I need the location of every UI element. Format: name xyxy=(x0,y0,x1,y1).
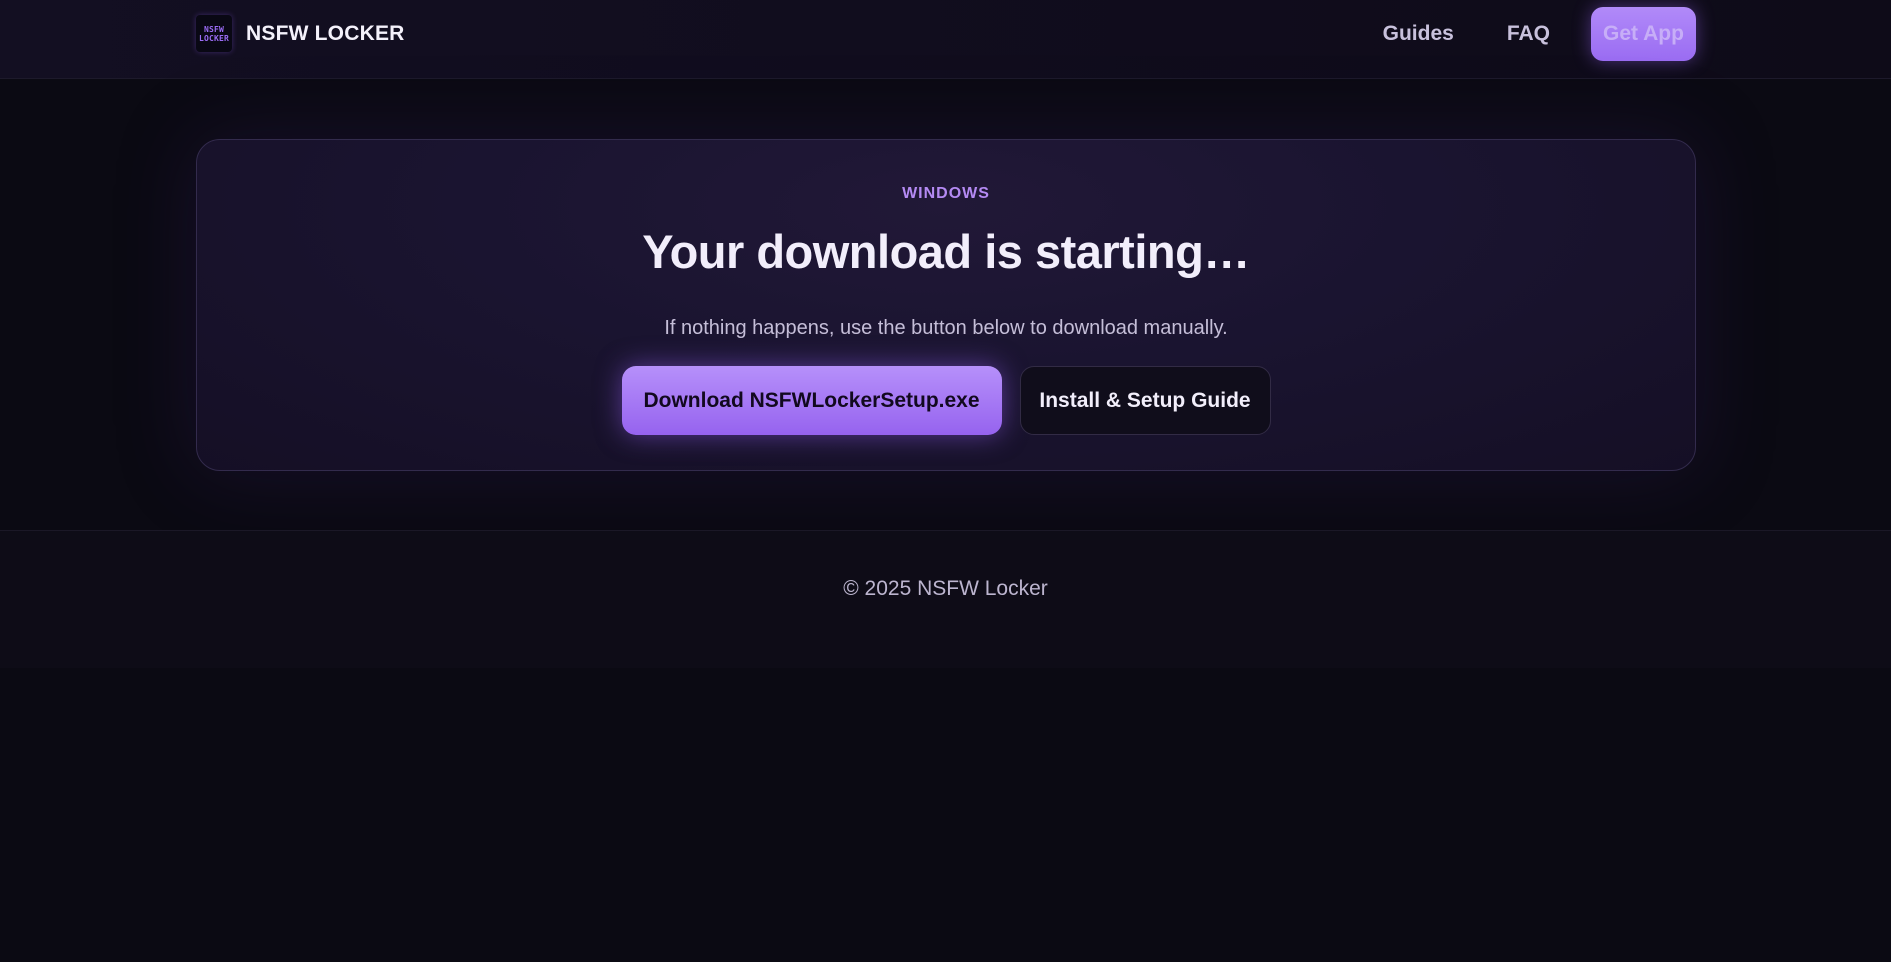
brand[interactable]: NSFW LOCKER NSFW LOCKER xyxy=(196,15,405,52)
platform-label: WINDOWS xyxy=(902,185,990,202)
site-header: NSFW LOCKER NSFW LOCKER Guides FAQ Get A… xyxy=(0,0,1891,79)
nav-link-guides[interactable]: Guides xyxy=(1383,22,1454,46)
download-card: WINDOWS Your download is starting… If no… xyxy=(196,139,1696,471)
site-footer: © 2025 NSFW Locker xyxy=(0,530,1891,668)
nav-link-faq[interactable]: FAQ xyxy=(1507,22,1550,46)
copyright-text: © 2025 NSFW Locker xyxy=(843,577,1048,600)
brand-name: NSFW LOCKER xyxy=(246,21,405,45)
nsfw-locker-logo-icon: NSFW LOCKER xyxy=(196,15,232,52)
get-app-button[interactable]: Get App xyxy=(1591,7,1696,61)
download-button[interactable]: Download NSFWLockerSetup.exe xyxy=(621,366,1002,435)
main-nav: Guides FAQ Get App xyxy=(1383,7,1696,61)
setup-guide-button[interactable]: Install & Setup Guide xyxy=(1019,366,1271,435)
page-title: Your download is starting… xyxy=(642,225,1250,278)
page: NSFW LOCKER NSFW LOCKER Guides FAQ Get A… xyxy=(0,0,1891,962)
download-hint: If nothing happens, use the button below… xyxy=(664,317,1228,339)
download-actions: Download NSFWLockerSetup.exe Install & S… xyxy=(197,366,1695,435)
